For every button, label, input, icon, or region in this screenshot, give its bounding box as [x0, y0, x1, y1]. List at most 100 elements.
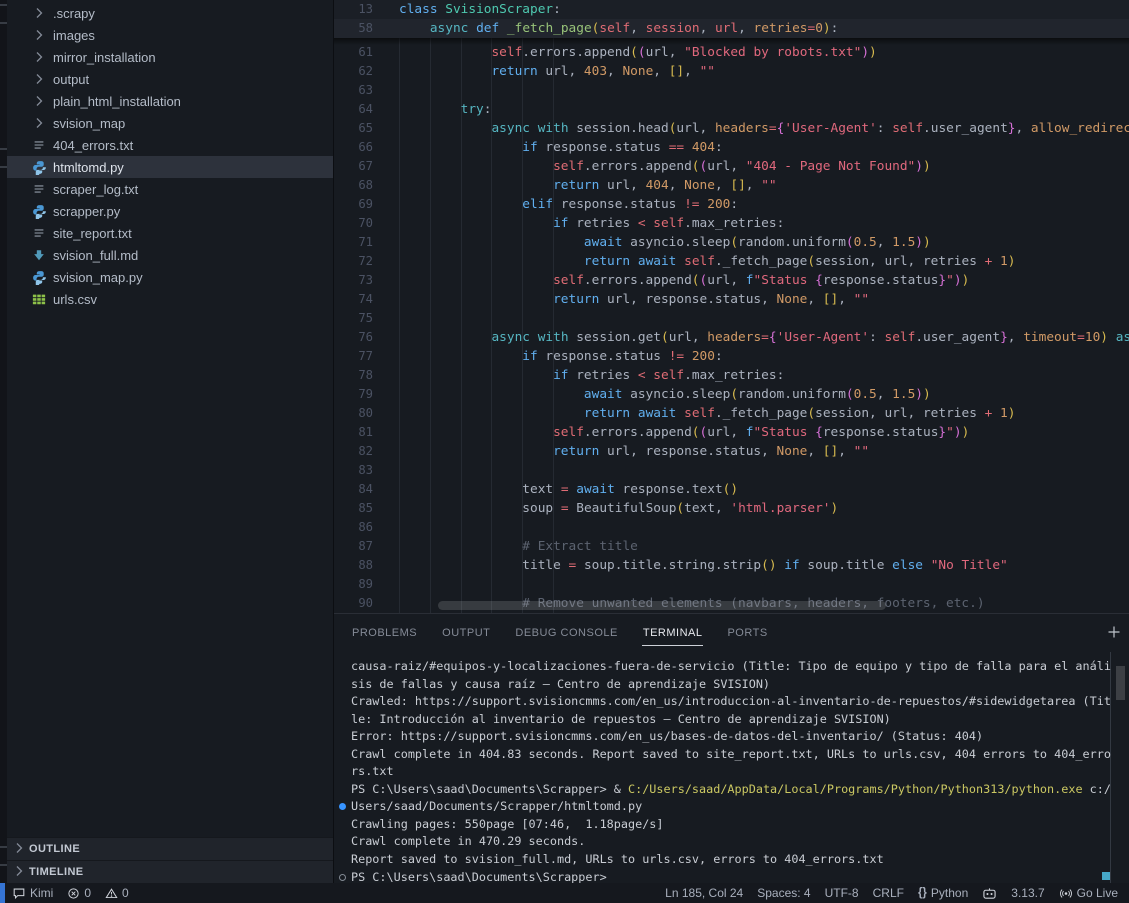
sidebar-item-scrapper-py[interactable]: scrapper.py — [7, 200, 333, 222]
sidebar-item-mirror-installation[interactable]: mirror_installation — [7, 46, 333, 68]
chevron-right-icon — [11, 863, 27, 882]
sidebar-item-scrapy[interactable]: .scrapy — [7, 2, 333, 24]
line-number: 83 — [358, 463, 373, 477]
section-label: TIMELINE — [29, 866, 84, 878]
code-line: 67 self.errors.append((url, "404 - Page … — [334, 157, 1129, 176]
code-text: title = soup.title.string.strip() if sou… — [522, 558, 1008, 573]
sidebar-item-404-errors-txt[interactable]: 404_errors.txt — [7, 134, 333, 156]
status-item-kimi[interactable]: Kimi — [5, 883, 60, 903]
chat-bubble-icon — [12, 886, 26, 900]
sidebar-item-site-report-txt[interactable]: site_report.txt — [7, 222, 333, 244]
code-text: # Extract title — [522, 539, 638, 554]
terminal-line: Crawling pages: 550page [07:46, 1.18page… — [351, 816, 664, 831]
sidebar-item-svision-map[interactable]: svision_map — [7, 112, 333, 134]
status-item-go-live[interactable]: Go Live — [1052, 883, 1125, 903]
sidebar-item-images[interactable]: images — [7, 24, 333, 46]
code-line[interactable]: 13 class SvisionScraper: — [334, 0, 1129, 19]
sidebar-item-output[interactable]: output — [7, 68, 333, 90]
terminal-line: PS C:\Users\saad\Documents\Scrapper> — [334, 869, 1129, 883]
markdown-icon — [31, 247, 47, 263]
sidebar-section-timeline[interactable]: TIMELINE — [7, 860, 333, 883]
code-text: await asyncio.sleep(random.uniform(0.5, … — [583, 235, 931, 250]
sidebar-item-urls-csv[interactable]: urls.csv — [7, 288, 333, 310]
file-name: output — [53, 71, 90, 87]
code-line: 81 self.errors.append((url, f"Status {re… — [334, 423, 1129, 442]
terminal-line: rs.txt — [351, 764, 394, 779]
status-item-3-13-7[interactable]: 3.13.7 — [1004, 883, 1051, 903]
code-line: 79 await asyncio.sleep(random.uniform(0.… — [334, 385, 1129, 404]
sticky-scroll[interactable]: 13 class SvisionScraper: 58 async def _fet… — [334, 0, 1129, 38]
activity-icon-fragment — [0, 846, 7, 866]
sidebar-section-outline[interactable]: OUTLINE — [7, 837, 333, 860]
chevron-right-icon — [31, 93, 47, 109]
code-text: if response.status != 200: — [522, 349, 723, 364]
code-text: await asyncio.sleep(random.uniform(0.5, … — [583, 387, 931, 402]
status-label: Kimi — [30, 886, 54, 900]
code-text: class SvisionScraper: — [399, 2, 561, 17]
code-text: return url, 404, None, [], "" — [553, 178, 777, 193]
file-name: plain_html_installation — [53, 93, 181, 109]
status-item-0[interactable]: 0 — [60, 883, 98, 903]
python-icon — [31, 159, 47, 175]
section-label: OUTLINE — [29, 843, 81, 855]
new-terminal-button[interactable] — [1105, 625, 1123, 643]
terminal-output[interactable]: causa-raiz/#equipos-y-localizaciones-fue… — [334, 652, 1129, 883]
status-item-spaces-4[interactable]: Spaces: 4 — [750, 883, 817, 903]
code-line: 70 if retries < self.max_retries: — [334, 214, 1129, 233]
sidebar-item-htmltomd-py[interactable]: htmltomd.py — [7, 156, 333, 178]
line-number: 76 — [358, 330, 373, 344]
code-line: 71 await asyncio.sleep(random.uniform(0.… — [334, 233, 1129, 252]
status-bar: Kimi 0 0 Ln 185, Col 24 Spaces: 4 UTF-8 CRLF {… — [0, 883, 1129, 903]
code-text: if retries < self.max_retries: — [553, 368, 785, 383]
editor-horizontal-scrollbar[interactable] — [438, 601, 886, 610]
terminal-lines: causa-raiz/#equipos-y-localizaciones-fue… — [334, 652, 1129, 883]
error-circle-icon — [67, 887, 80, 900]
code-text: self.errors.append((url, "Blocked by rob… — [491, 45, 877, 60]
sidebar-item-scraper-log-txt[interactable]: scraper_log.txt — [7, 178, 333, 200]
code-line[interactable]: 58 async def _fetch_page(self, session, … — [334, 19, 1129, 38]
status-item-utf-8[interactable]: UTF-8 — [818, 883, 866, 903]
status-item-python[interactable]: {} Python — [911, 883, 975, 903]
activity-icon-fragment — [0, 148, 7, 168]
status-item-robot[interactable] — [975, 883, 1004, 903]
line-number: 70 — [358, 216, 373, 230]
code-line: 73 self.errors.append((url, f"Status {re… — [334, 271, 1129, 290]
panel-tab-output[interactable]: OUTPUT — [441, 621, 491, 645]
status-item-ln-185-col-24[interactable]: Ln 185, Col 24 — [658, 883, 750, 903]
file-name: site_report.txt — [53, 225, 132, 241]
status-bar-right: Ln 185, Col 24 Spaces: 4 UTF-8 CRLF {} Python… — [658, 883, 1129, 903]
status-item-crlf[interactable]: CRLF — [866, 883, 911, 903]
line-number: 67 — [358, 159, 373, 173]
code-line: 61 self.errors.append((url, "Blocked by … — [334, 43, 1129, 62]
sidebar-item-svision-map-py[interactable]: svision_map.py — [7, 266, 333, 288]
line-number: 65 — [358, 121, 373, 135]
activity-bar-sliver — [0, 0, 7, 883]
sidebar-item-svision-full-md[interactable]: svision_full.md — [7, 244, 333, 266]
status-bar-left: Kimi 0 0 — [0, 883, 136, 903]
status-label: 0 — [84, 886, 92, 900]
panel-tab-terminal[interactable]: TERMINAL — [641, 621, 704, 646]
code-text: if response.status == 404: — [522, 140, 723, 155]
code-text: try: — [460, 102, 492, 117]
code-text: return await self._fetch_page(session, u… — [583, 254, 1016, 269]
code-editor[interactable]: 61 self.errors.append((url, "Blocked by … — [334, 0, 1129, 613]
sidebar-item-plain-html-installation[interactable]: plain_html_installation — [7, 90, 333, 112]
code-line: 62 return url, 403, None, [], "" — [334, 62, 1129, 81]
code-line: 65 async with session.head(url, headers=… — [334, 119, 1129, 138]
status-item-0[interactable]: 0 — [98, 883, 136, 903]
file-name: 404_errors.txt — [53, 137, 134, 153]
broadcast-icon — [1059, 887, 1073, 900]
line-number: 90 — [358, 596, 373, 610]
code-line: 75 — [334, 309, 1129, 328]
code-text: return url, 403, None, [], "" — [491, 64, 715, 79]
activity-icon-fragment — [0, 4, 7, 24]
status-label: Ln 185, Col 24 — [665, 886, 744, 900]
panel-tab-ports[interactable]: PORTS — [726, 621, 768, 645]
code-text: return url, response.status, None, [], "… — [553, 444, 870, 459]
explorer-sidebar: .scrapy images mirror_installationoutput pl… — [7, 0, 334, 883]
panel-tab-debug-console[interactable]: DEBUG CONSOLE — [514, 621, 618, 645]
code-text: return url, response.status, None, [], "… — [553, 292, 870, 307]
code-lines: 61 self.errors.append((url, "Blocked by … — [334, 43, 1129, 613]
file-name: mirror_installation — [53, 49, 156, 65]
panel-tab-problems[interactable]: PROBLEMS — [351, 621, 418, 645]
